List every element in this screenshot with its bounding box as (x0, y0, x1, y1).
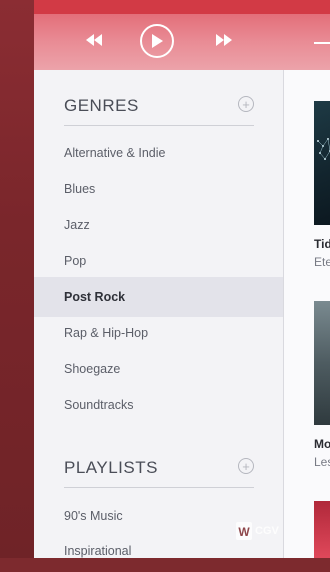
album-artist: Ete (314, 255, 330, 269)
genre-item[interactable]: Alternative & Indie (34, 134, 284, 174)
album-artist: Les (314, 455, 330, 469)
genre-item[interactable]: Pop (34, 242, 284, 282)
player-top-band (34, 0, 330, 14)
album-cover[interactable] (314, 301, 330, 425)
fast-forward-icon (216, 34, 232, 46)
watermark: W CGV (236, 520, 279, 542)
genre-item[interactable]: Jazz (34, 206, 284, 246)
genre-label: Shoegaze (64, 362, 121, 376)
plus-icon: + (242, 96, 250, 112)
play-button[interactable] (140, 24, 174, 58)
music-app-window: GENRES + Alternative & Indie Blues Jazz … (34, 0, 330, 558)
album-grid: Tid Ete Mo Les (284, 70, 330, 558)
genre-label: Jazz (64, 218, 90, 232)
genres-header: GENRES + (64, 88, 254, 128)
album-title: Tid (314, 237, 330, 251)
genre-label: Rap & Hip-Hop (64, 326, 149, 340)
genre-item[interactable]: Blues (34, 170, 284, 210)
playlists-header: PLAYLISTS + (64, 450, 254, 490)
genre-label: Blues (64, 182, 96, 196)
svg-text:W: W (238, 525, 250, 539)
add-genre-button[interactable]: + (238, 96, 254, 112)
genres-divider (64, 125, 254, 126)
progress-track[interactable] (314, 42, 330, 44)
genres-title: GENRES (64, 96, 139, 115)
sidebar: GENRES + Alternative & Indie Blues Jazz … (34, 70, 284, 558)
background-wall (0, 0, 34, 558)
play-icon (152, 34, 163, 48)
fast-forward-button[interactable] (212, 28, 236, 52)
watermark-logo-icon: W (236, 522, 252, 540)
genre-item[interactable]: Shoegaze (34, 350, 284, 390)
album-cover-art (317, 138, 330, 160)
plus-icon: + (242, 458, 250, 474)
genre-label: Soundtracks (64, 398, 134, 412)
playlists-title: PLAYLISTS (64, 458, 158, 477)
rewind-icon (86, 34, 102, 46)
playlist-label: 90's Music (64, 509, 123, 523)
watermark-text: CGV (255, 525, 279, 537)
playlist-label: Inspirational (64, 544, 132, 558)
genre-label: Post Rock (64, 290, 126, 304)
album-cover[interactable] (314, 501, 330, 558)
album-title: Mo (314, 437, 330, 451)
genre-item[interactable]: Rap & Hip-Hop (34, 314, 284, 354)
genre-label: Pop (64, 254, 87, 268)
genre-item[interactable]: Soundtracks (34, 386, 284, 426)
genre-label: Alternative & Indie (64, 146, 166, 160)
album-cover[interactable] (314, 101, 330, 225)
playlists-divider (64, 487, 254, 488)
genre-item-selected[interactable]: Post Rock (34, 277, 284, 317)
rewind-button[interactable] (82, 28, 106, 52)
add-playlist-button[interactable]: + (238, 458, 254, 474)
player-bar (34, 0, 330, 70)
